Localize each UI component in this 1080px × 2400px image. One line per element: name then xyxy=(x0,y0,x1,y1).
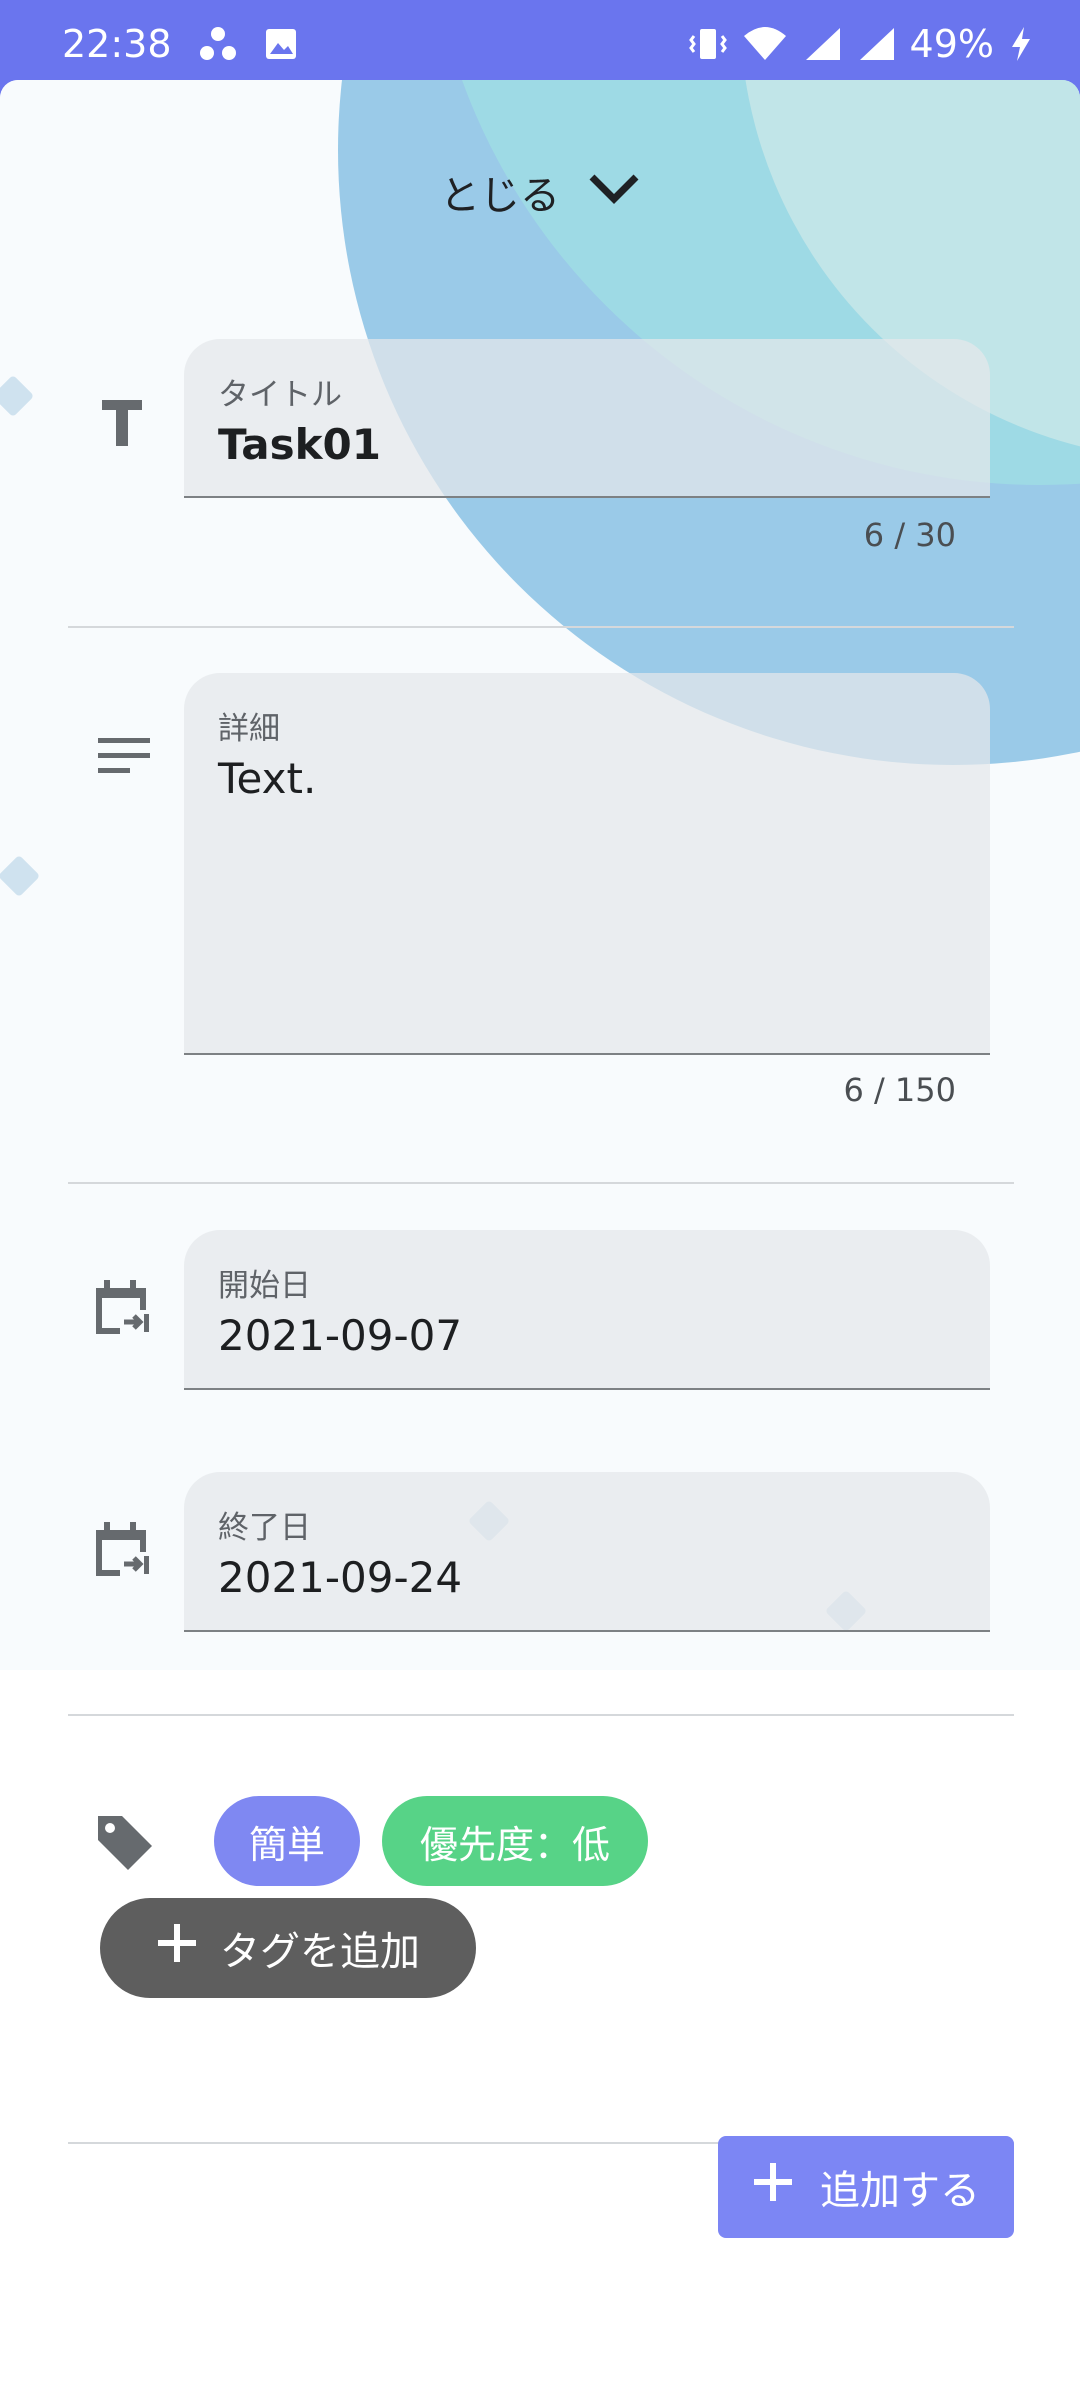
close-label: とじる xyxy=(440,173,560,219)
plus-icon xyxy=(156,1922,198,1974)
start-date-input[interactable]: 2021-09-07 xyxy=(218,1311,956,1360)
battery-percent: 49% xyxy=(909,22,994,66)
start-date-field[interactable]: 開始日 2021-09-07 xyxy=(184,1230,990,1390)
signal-icon xyxy=(856,26,896,62)
add-tag-label: タグを追加 xyxy=(220,1929,420,1975)
end-date-field[interactable]: 終了日 2021-09-24 xyxy=(184,1472,990,1632)
tag-icon xyxy=(92,1810,156,1874)
calendar-arrow-icon xyxy=(90,1276,154,1340)
add-tag-button[interactable]: タグを追加 xyxy=(100,1898,476,1998)
vibrate-icon xyxy=(688,26,728,62)
image-icon xyxy=(264,27,298,61)
cluster-icon xyxy=(198,26,238,62)
status-right: 49% xyxy=(688,22,1034,66)
add-task-button[interactable]: 追加する xyxy=(718,2136,1014,2238)
end-date-label: 終了日 xyxy=(218,1510,311,1546)
divider xyxy=(68,1714,1014,1716)
status-left: 22:38 xyxy=(62,22,298,66)
title-icon xyxy=(90,390,154,454)
title-input[interactable]: Task01 xyxy=(218,420,956,469)
tag-chip-label: 優先度：低 xyxy=(419,1822,610,1867)
title-field[interactable]: タイトル Task01 xyxy=(184,339,990,498)
plus-icon xyxy=(752,2161,794,2213)
title-field-label: タイトル xyxy=(218,377,342,413)
close-button[interactable]: とじる xyxy=(0,152,1080,232)
title-counter: 6 / 30 xyxy=(863,516,956,554)
status-bar: 22:38 49% xyxy=(0,0,1080,88)
divider xyxy=(68,1182,1014,1184)
tag-chip-label: 簡単 xyxy=(248,1822,325,1867)
tag-chip[interactable]: 簡単 xyxy=(214,1796,360,1886)
notes-icon xyxy=(90,724,154,788)
details-textarea[interactable]: Text. xyxy=(218,754,956,803)
charging-icon xyxy=(1008,25,1034,63)
add-task-label: 追加する xyxy=(820,2168,980,2214)
details-field-label: 詳細 xyxy=(218,711,280,747)
status-time: 22:38 xyxy=(62,22,172,66)
task-form-sheet: とじる タイトル Task01 6 / 30 詳細 Text. 6 / 150 … xyxy=(0,80,1080,2400)
end-date-input[interactable]: 2021-09-24 xyxy=(218,1553,956,1602)
divider xyxy=(68,626,1014,628)
signal-icon xyxy=(802,26,842,62)
chevron-down-icon xyxy=(588,169,640,215)
calendar-arrow-icon xyxy=(90,1518,154,1582)
details-counter: 6 / 150 xyxy=(843,1071,956,1109)
start-date-label: 開始日 xyxy=(218,1268,311,1304)
details-field[interactable]: 詳細 Text. xyxy=(184,673,990,1055)
wifi-icon xyxy=(742,26,788,62)
tag-chip[interactable]: 優先度：低 xyxy=(382,1796,648,1886)
